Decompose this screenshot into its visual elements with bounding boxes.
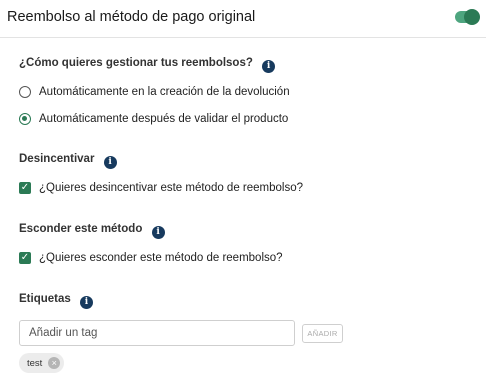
hide-method-title: Esconder este método	[19, 223, 143, 235]
refund-management-title: ¿Cómo quieres gestionar tus reembolsos?	[19, 57, 253, 69]
radio-option-after-validation[interactable]: Automáticamente después de validar el pr…	[19, 111, 288, 127]
tags-title: Etiquetas	[19, 293, 71, 305]
toggle-knob[interactable]	[464, 9, 480, 25]
check-icon[interactable]: ✓	[19, 252, 31, 264]
tag-input[interactable]	[19, 320, 295, 346]
refund-method-toggle[interactable]	[455, 9, 480, 25]
radio-option-label: Automáticamente en la creación de la dev…	[39, 86, 290, 98]
discourage-section-title: Desincentivar i	[19, 153, 117, 169]
add-tag-button[interactable]: AÑADIR	[302, 324, 343, 343]
radio-button-unselected[interactable]	[19, 86, 31, 98]
hide-method-checkbox-label: ¿Quieres esconder este método de reembol…	[39, 252, 283, 264]
discourage-title: Desincentivar	[19, 153, 95, 165]
hide-method-section-title: Esconder este método i	[19, 223, 165, 239]
check-icon[interactable]: ✓	[19, 182, 31, 194]
hide-method-checkbox-row[interactable]: ✓ ¿Quieres esconder este método de reemb…	[19, 250, 283, 266]
close-icon[interactable]: ×	[48, 357, 61, 369]
info-icon[interactable]: i	[262, 60, 276, 73]
radio-option-label: Automáticamente después de validar el pr…	[39, 113, 289, 125]
discourage-checkbox-label: ¿Quieres desincentivar este método de re…	[39, 182, 304, 194]
info-icon[interactable]: i	[79, 296, 93, 309]
tag-chip: test ×	[19, 353, 65, 373]
refund-management-section-title: ¿Cómo quieres gestionar tus reembolsos? …	[19, 57, 276, 73]
info-icon[interactable]: i	[151, 226, 165, 239]
header: Reembolso al método de pago original	[0, 0, 486, 38]
tags-section-title: Etiquetas i	[19, 293, 93, 309]
radio-option-on-creation[interactable]: Automáticamente en la creación de la dev…	[19, 84, 290, 100]
info-icon[interactable]: i	[103, 156, 117, 169]
tag-chip-label: test	[27, 357, 43, 369]
radio-button-selected[interactable]	[19, 113, 31, 125]
page-title: Reembolso al método de pago original	[7, 9, 256, 25]
discourage-checkbox-row[interactable]: ✓ ¿Quieres desincentivar este método de …	[19, 180, 303, 196]
